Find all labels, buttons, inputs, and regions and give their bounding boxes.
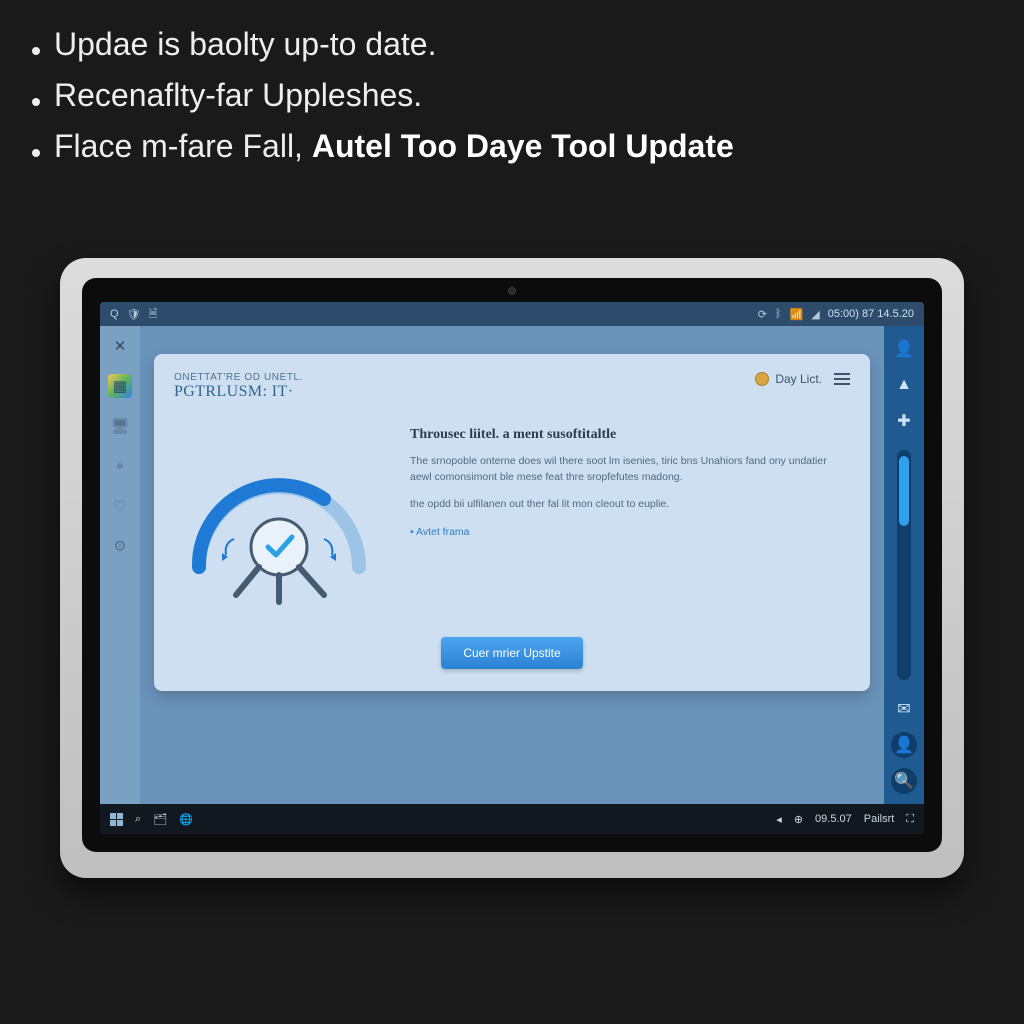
device-icon[interactable]: 🖥: [108, 414, 132, 438]
bluetooth-icon[interactable]: ᛒ: [775, 308, 782, 320]
overlay-bullet-3-text: Flace m-fare Fall, Autel Too Daye Tool U…: [54, 128, 734, 165]
card-header-right: Day Lict.: [755, 372, 850, 386]
webcam-icon: [508, 287, 516, 295]
card-body-line-2: the opdd bii ulfilanen out ther fal lit …: [410, 496, 850, 512]
scan-icon[interactable]: ⌖: [108, 454, 132, 478]
brand-block: Onettat're od Unetl. PGTRLUSM: IT·: [174, 372, 303, 401]
overlay-bullet-1: Updae is baolty up-to date.: [32, 26, 992, 63]
taskbar-right: ◂ ⊕ 09.5.07 Pailsrt ⛶: [776, 813, 914, 826]
gauge-svg: [174, 427, 384, 607]
user-glyph: 👤: [894, 339, 914, 359]
profile-glyph: 👤: [894, 735, 914, 755]
heart-icon[interactable]: ♡: [108, 494, 132, 518]
mail-icon[interactable]: ✉: [891, 696, 917, 722]
add-glyph: ✚: [897, 411, 910, 431]
apps-icon[interactable]: ▦: [108, 374, 132, 398]
statusbar-time: 05:00) 87 14.5.20: [828, 308, 914, 320]
search-icon[interactable]: 🔍: [891, 768, 917, 794]
document-icon[interactable]: 🗎: [149, 305, 158, 324]
statusbar-left: Q 🛡 🗎: [110, 305, 157, 324]
right-scrollbar[interactable]: [897, 450, 911, 680]
device-glyph: 🖥: [110, 417, 129, 435]
add-icon[interactable]: ✚: [891, 408, 917, 434]
update-card: Onettat're od Unetl. PGTRLUSM: IT· Day L…: [154, 354, 870, 691]
taskbar-search-icon[interactable]: ⌕: [135, 813, 141, 826]
close-icon[interactable]: ✕: [108, 334, 132, 358]
overlay-bullet-2-text: Recenaflty-far Uppleshes.: [54, 77, 422, 114]
overlay-bullet-1-text: Updae is baolty up-to date.: [54, 26, 436, 63]
search-icon[interactable]: Q: [110, 308, 119, 320]
up-arrow-glyph: ▲: [896, 376, 912, 394]
left-rail: ✕ ▦ 🖥 ⌖ ♡ ⚙: [100, 326, 140, 804]
shield-icon[interactable]: 🛡: [127, 308, 141, 321]
taskbar-browser-icon[interactable]: 🌐: [179, 813, 193, 826]
gauge-illustration: [174, 427, 384, 607]
card-body: Throusec liitel. a ment susoftitaltle Th…: [174, 427, 850, 607]
taskbar-file-explorer-icon[interactable]: 🗂: [153, 813, 167, 826]
right-rail: 👤 ▲ ✚ ✉ 👤 🔍: [884, 326, 924, 804]
bullet-dot-icon: [32, 47, 40, 55]
profile-icon[interactable]: 👤: [891, 732, 917, 758]
check-update-button[interactable]: Cuer mrier Upstite: [441, 637, 582, 669]
fullscreen-icon[interactable]: ⛶: [906, 813, 914, 826]
heart-glyph: ♡: [113, 497, 126, 515]
overlay-bullet-3-prefix: Flace m-fare Fall,: [54, 128, 312, 164]
user-icon[interactable]: 👤: [891, 336, 917, 362]
bullet-dot-icon: [32, 98, 40, 106]
wifi-icon[interactable]: 📶: [790, 308, 804, 321]
bullet-dot-icon: [32, 149, 40, 157]
statusbar-right: ⟳ ᛒ 📶 ◢ 05:00) 87 14.5.20: [758, 308, 914, 321]
hamburger-menu-icon[interactable]: [834, 373, 850, 385]
avatar-icon: [755, 372, 769, 386]
taskbar-left: ⌕ 🗂 🌐: [110, 813, 193, 826]
brand-title: PGTRLUSM: IT·: [174, 383, 303, 401]
card-header: Onettat're od Unetl. PGTRLUSM: IT· Day L…: [174, 372, 850, 401]
brand-eyebrow: Onettat're od Unetl.: [174, 372, 303, 383]
laptop-frame: Q 🛡 🗎 ⟳ ᛒ 📶 ◢ 05:00) 87 14.5.20 ✕ ▦: [60, 258, 964, 878]
start-button[interactable]: [110, 813, 123, 826]
overlay-text-block: Updae is baolty up-to date. Recenaflty-f…: [32, 26, 992, 179]
card-body-line-1: The srnopoble onterne does wil there soo…: [410, 453, 850, 486]
search-glyph: 🔍: [894, 771, 914, 791]
windows-icon: [110, 813, 123, 826]
laptop-bezel: Q 🛡 🗎 ⟳ ᛒ 📶 ◢ 05:00) 87 14.5.20 ✕ ▦: [82, 278, 942, 852]
up-arrow-icon[interactable]: ▲: [891, 372, 917, 398]
screen: Q 🛡 🗎 ⟳ ᛒ 📶 ◢ 05:00) 87 14.5.20 ✕ ▦: [100, 302, 924, 834]
overlay-bullet-3: Flace m-fare Fall, Autel Too Daye Tool U…: [32, 128, 992, 165]
taskbar-clock-label: Pailsrt: [864, 813, 895, 825]
taskbar: ⌕ 🗂 🌐 ◂ ⊕ 09.5.07 Pailsrt ⛶: [100, 804, 924, 834]
overlay-bullet-2: Recenaflty-far Uppleshes.: [32, 77, 992, 114]
settings-icon[interactable]: ⚙: [108, 534, 132, 558]
main-stage: Onettat're od Unetl. PGTRLUSM: IT· Day L…: [140, 326, 884, 804]
card-content: Throusec liitel. a ment susoftitaltle Th…: [410, 427, 850, 540]
system-statusbar: Q 🛡 🗎 ⟳ ᛒ 📶 ◢ 05:00) 87 14.5.20: [100, 302, 924, 326]
tray-expand-icon[interactable]: ◂: [776, 813, 782, 826]
cta-row: Cuer mrier Upstite: [174, 637, 850, 669]
scan-glyph: ⌖: [116, 458, 124, 475]
scrollbar-thumb[interactable]: [899, 456, 909, 526]
daylict-label: Day Lict.: [775, 372, 822, 386]
signal-icon[interactable]: ◢: [811, 308, 819, 321]
sync-icon[interactable]: ⟳: [758, 308, 767, 321]
card-link[interactable]: Avtet frama: [410, 526, 470, 538]
card-heading: Throusec liitel. a ment susoftitaltle: [410, 427, 850, 443]
apps-glyph: ▦: [113, 377, 127, 395]
tray-globe-icon[interactable]: ⊕: [794, 813, 803, 826]
settings-glyph: ⚙: [113, 537, 126, 555]
workarea: ✕ ▦ 🖥 ⌖ ♡ ⚙ Onettat're od Unetl. PGTRLUS…: [100, 326, 924, 804]
close-glyph: ✕: [114, 337, 127, 355]
taskbar-clock: 09.5.07: [815, 813, 852, 825]
mail-glyph: ✉: [897, 699, 910, 719]
daylict-dropdown[interactable]: Day Lict.: [755, 372, 822, 386]
overlay-bullet-3-strong: Autel Too Daye Tool Update: [312, 128, 734, 164]
